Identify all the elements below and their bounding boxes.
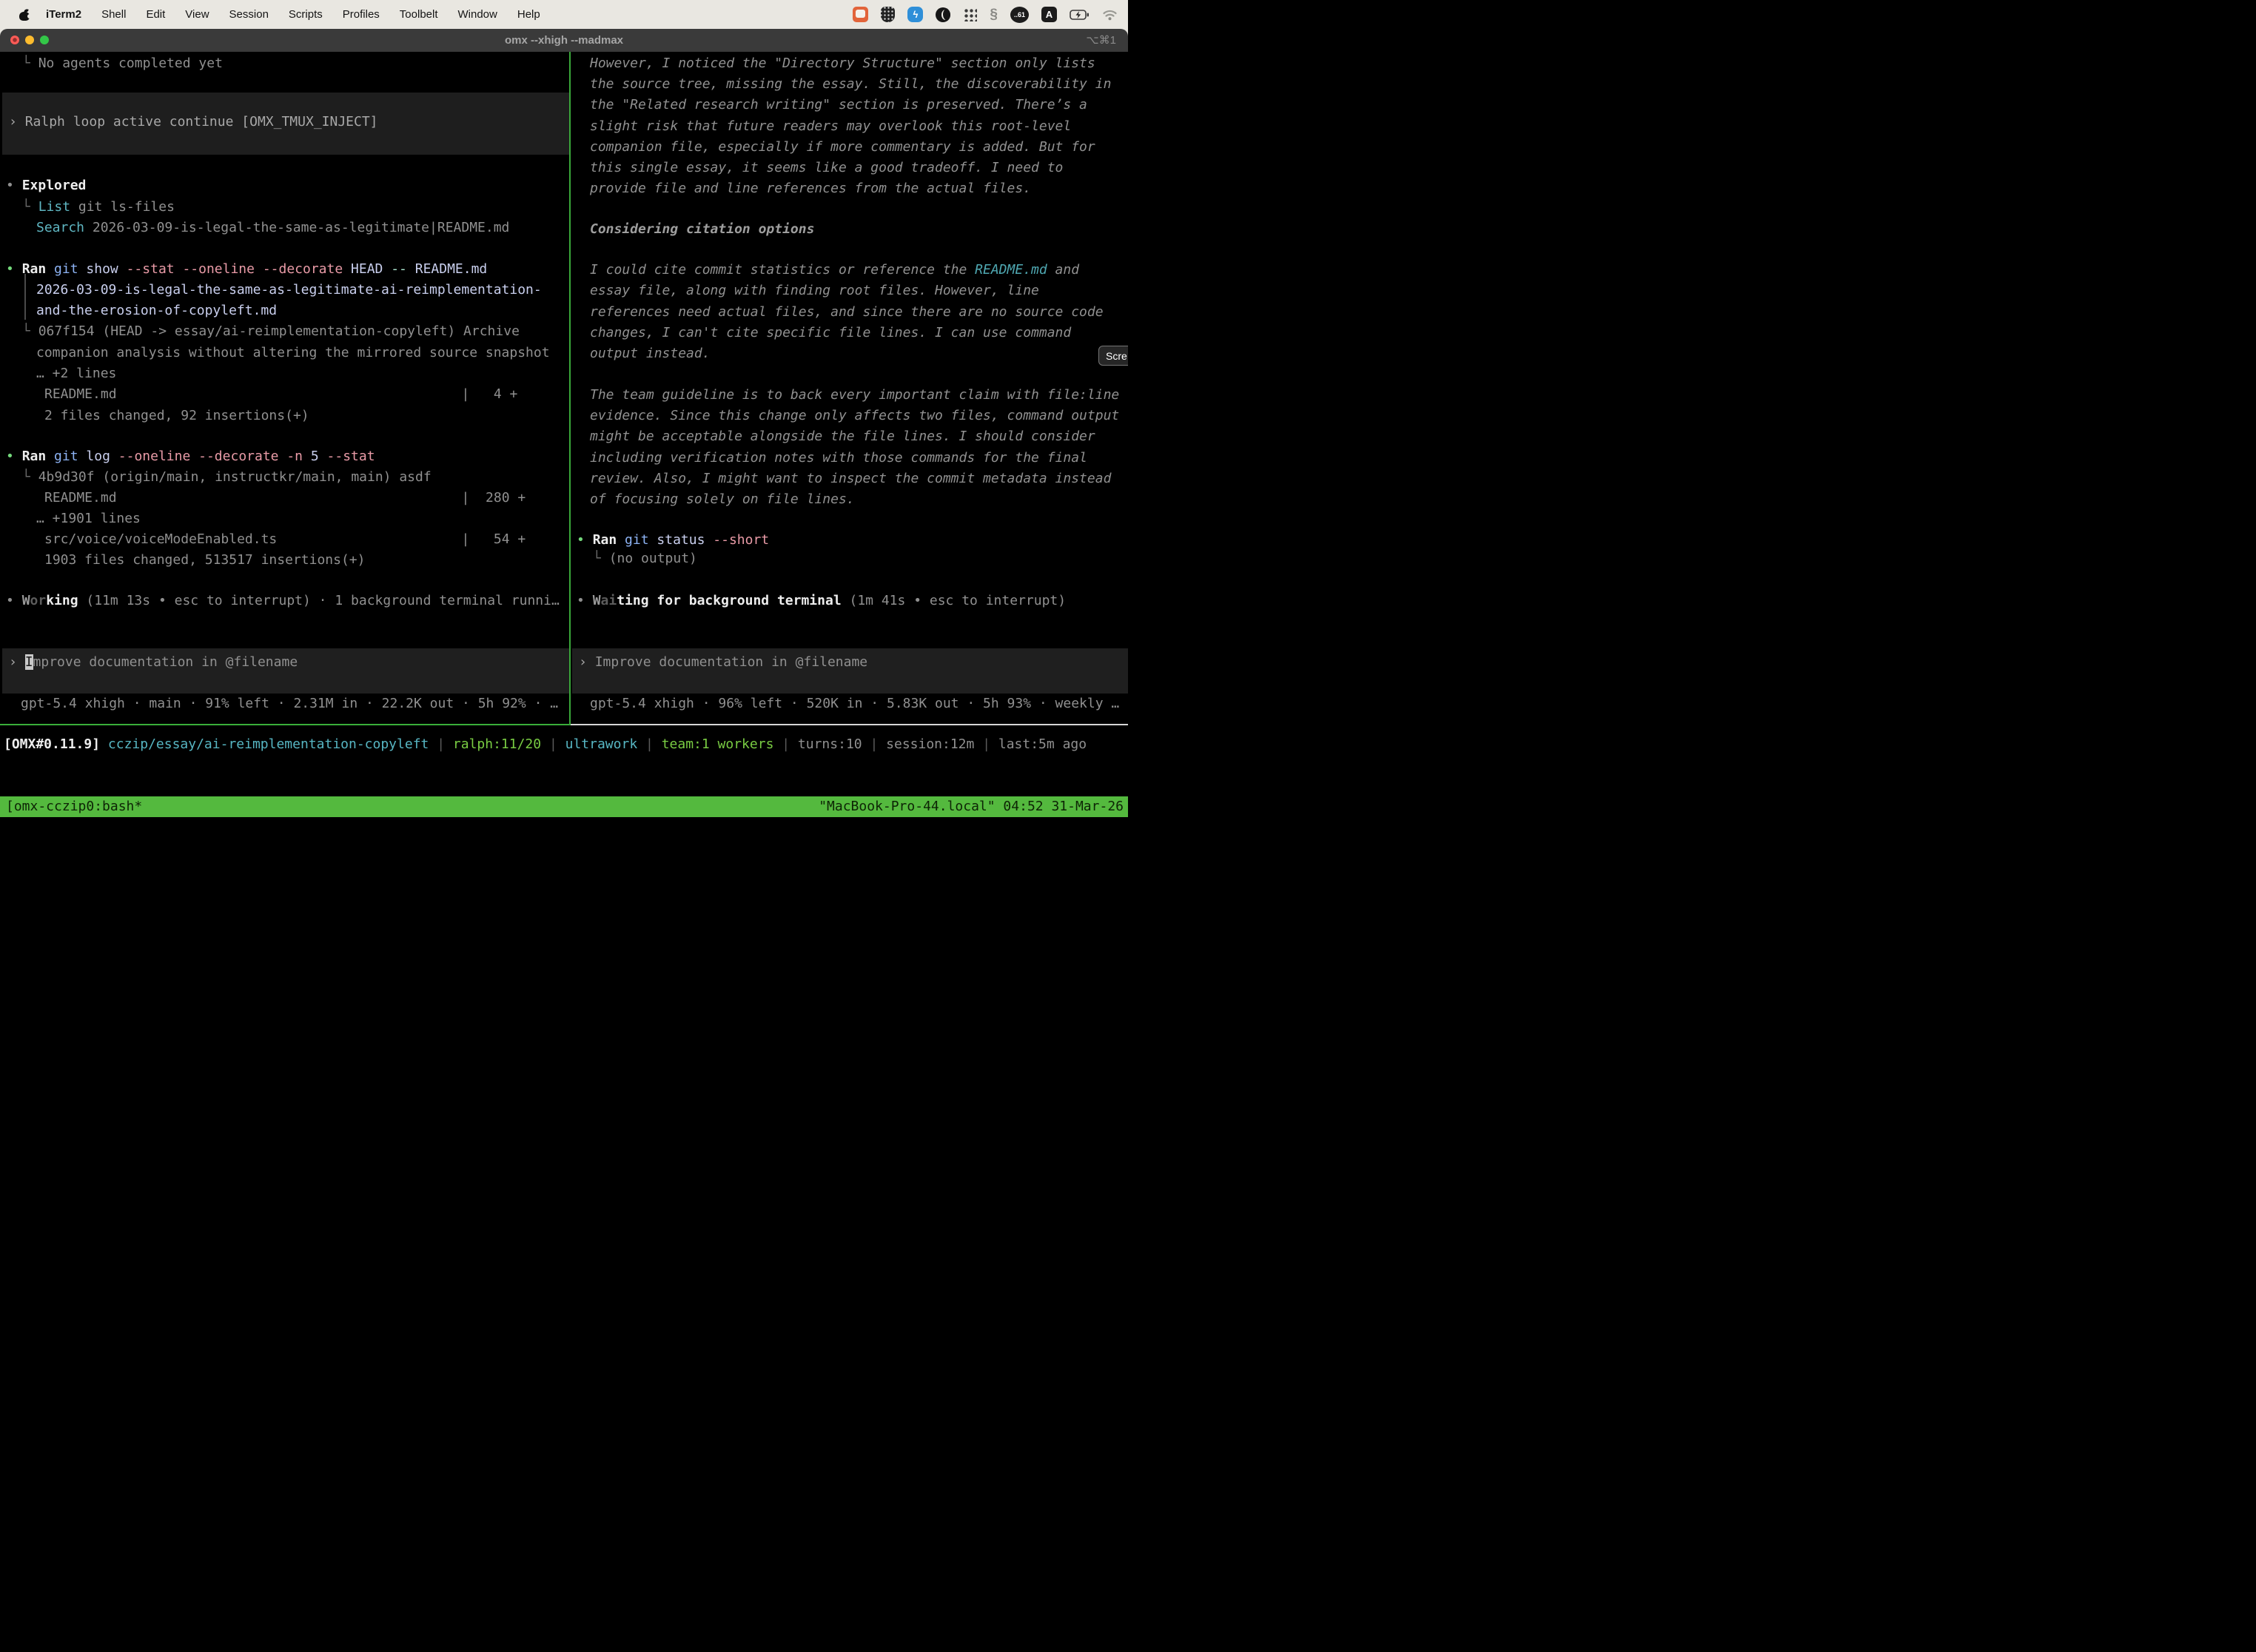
terminal-line: Considering citation options <box>590 219 814 240</box>
terminal-line: README.md | 280 + <box>44 488 526 508</box>
terminal-content: └ No agents completed yet • Explored└ Lis… <box>0 52 1128 826</box>
terminal-line: src/voice/voiceModeEnabled.ts | 54 + <box>44 529 526 550</box>
right-pane-separator <box>571 724 1128 725</box>
dark-crescent-icon[interactable] <box>936 7 950 22</box>
pane-divider[interactable] <box>569 52 571 724</box>
left-input-box[interactable]: › Improve documentation in @filename <box>2 648 570 694</box>
left-input-line: › Improve documentation in @filename <box>9 652 577 673</box>
terminal-line: • Ran git show --stat --oneline --decora… <box>6 259 487 280</box>
ralph-loop-banner: › Ralph loop active continue [OMX_TMUX_I… <box>2 93 570 155</box>
terminal-line: essay file, along with finding root file… <box>590 281 1039 301</box>
right-input-box[interactable]: › Improve documentation in @filename <box>572 648 1128 694</box>
menu-item-view[interactable]: View <box>185 8 209 21</box>
s-curve-icon[interactable]: § <box>990 7 998 23</box>
terminal-line: companion file, especially if more comme… <box>590 137 1095 158</box>
window-title: omx --xhigh --madmax <box>0 29 1128 52</box>
menu-item-toolbelt[interactable]: Toolbelt <box>400 8 438 21</box>
terminal-line: Search 2026-03-09-is-legal-the-same-as-l… <box>36 218 509 238</box>
screen: iTerm2 Shell Edit View Session Scripts Profile… <box>0 0 1128 826</box>
terminal-line: └ 067f154 (HEAD -> essay/ai-reimplementa… <box>22 321 520 342</box>
terminal-line: The team guideline is to back every impo… <box>590 385 1119 406</box>
menu-items: iTerm2 Shell Edit View Session Scripts Profile… <box>46 8 540 21</box>
grid-shield-icon[interactable] <box>881 7 895 22</box>
terminal-line: and-the-erosion-of-copyleft.md <box>36 300 277 321</box>
terminal-line: provide file and line references from th… <box>590 178 1031 199</box>
terminal-line: • Explored <box>6 175 86 196</box>
terminal-line: this single essay, it seems like a good … <box>590 158 1063 178</box>
menu-bar: iTerm2 Shell Edit View Session Scripts Profile… <box>0 0 1128 29</box>
terminal-line: • Waiting for background terminal (1m 41… <box>577 591 1066 611</box>
right-model-status: gpt-5.4 xhigh · 96% left · 520K in · 5.8… <box>590 694 1119 714</box>
terminal-line: … +2 lines <box>36 363 116 384</box>
left-model-status: gpt-5.4 xhigh · main · 91% left · 2.31M … <box>21 694 558 714</box>
tmux-host-clock: "MacBook-Pro-44.local" 04:52 31-Mar-26 <box>819 796 1124 817</box>
battery-icon[interactable] <box>1070 10 1090 20</box>
right-input-placeholder: Improve documentation in @filename <box>595 654 867 670</box>
right-input-line: › Improve documentation in @filename <box>579 652 1128 673</box>
prompt-chevron: › <box>9 114 25 130</box>
menubar-status-icons: ϟ § ..61 A <box>853 0 1118 29</box>
menu-item-profiles[interactable]: Profiles <box>343 8 380 21</box>
terminal-line: I could cite commit statistics or refere… <box>590 260 1079 281</box>
omx-status-line: [OMX#0.11.9] cczip/essay/ai-reimplementa… <box>4 734 1087 755</box>
terminal-line: README.md | 4 + <box>44 384 517 405</box>
menu-item-scripts[interactable]: Scripts <box>289 8 323 21</box>
menu-item-shell[interactable]: Shell <box>101 8 126 21</box>
terminal-line: 1903 files changed, 513517 insertions(+) <box>44 550 365 571</box>
terminal-line: └ 4b9d30f (origin/main, instructkr/main,… <box>22 467 432 488</box>
tmux-status-bar: [omx-cczip0:bash* "MacBook-Pro-44.local"… <box>0 796 1128 817</box>
circle-61-badge-icon[interactable]: ..61 <box>1010 7 1029 23</box>
left-pane-separator <box>0 724 571 725</box>
terminal-line: • Ran git status --short <box>577 530 769 551</box>
prompt-chevron: › <box>9 654 25 670</box>
blue-badge-icon[interactable]: ϟ <box>907 7 923 22</box>
menu-item-window[interactable]: Window <box>458 8 497 21</box>
terminal-line: • Ran git log --oneline --decorate -n 5 … <box>6 446 375 467</box>
terminal-line: 2 files changed, 92 insertions(+) <box>44 406 309 426</box>
terminal-line: companion analysis without altering the … <box>36 343 550 363</box>
text-cursor: I <box>25 654 33 670</box>
terminal-line: └ (no output) <box>593 548 697 569</box>
tmux-session-label[interactable]: [omx-cczip0:bash* <box>6 796 142 817</box>
prompt-chevron: › <box>579 654 595 670</box>
terminal-line: evidence. Since this change only affects… <box>590 406 1119 426</box>
dots-grid-icon[interactable] <box>963 7 977 21</box>
terminal-line: └ No agents completed yet <box>22 53 223 74</box>
terminal-line: However, I noticed the "Directory Struct… <box>590 53 1095 74</box>
menu-item-session[interactable]: Session <box>229 8 269 21</box>
window-title-bar: omx --xhigh --madmax ⌥⌘1 <box>0 29 1128 52</box>
terminal-line: including verification notes with those … <box>590 448 1087 469</box>
terminal-line: … +1901 lines <box>36 508 141 529</box>
terminal-line: the "Related research writing" section i… <box>590 95 1087 115</box>
terminal-line: • Working (11m 13s • esc to interrupt) ·… <box>6 591 560 611</box>
wifi-icon[interactable] <box>1102 9 1118 21</box>
ralph-loop-text: › Ralph loop active continue [OMX_TMUX_I… <box>9 112 577 132</box>
menu-item-edit[interactable]: Edit <box>146 8 165 21</box>
screen-share-icon[interactable] <box>853 7 868 22</box>
left-input-placeholder: mprove documentation in @filename <box>33 654 298 670</box>
screen-notification-overlay[interactable]: Scre <box>1098 346 1128 366</box>
terminal-line: slight risk that future readers may over… <box>590 116 1071 137</box>
terminal-line: references need actual files, and since … <box>590 302 1104 323</box>
terminal-line: review. Also, I might want to inspect th… <box>590 469 1111 489</box>
terminal-line: └ List git ls-files <box>22 197 175 218</box>
menu-item-iterm2[interactable]: iTerm2 <box>46 8 81 21</box>
window-shortcut-badge: ⌥⌘1 <box>1086 29 1116 52</box>
tree-guide-line <box>24 274 26 320</box>
overlay-label: Scre <box>1106 350 1127 362</box>
menu-item-help[interactable]: Help <box>517 8 540 21</box>
terminal-line: might be acceptable alongside the file l… <box>590 426 1095 447</box>
terminal-line: 2026-03-09-is-legal-the-same-as-legitima… <box>36 280 542 300</box>
terminal-line: the source tree, missing the essay. Stil… <box>590 74 1111 95</box>
apple-logo-icon[interactable] <box>19 9 30 21</box>
keyboard-a-icon[interactable]: A <box>1041 7 1057 22</box>
terminal-line: changes, I can't cite specific file line… <box>590 323 1071 343</box>
terminal-line: of focusing solely on file lines. <box>590 489 855 510</box>
terminal-line: output instead. <box>590 343 711 364</box>
